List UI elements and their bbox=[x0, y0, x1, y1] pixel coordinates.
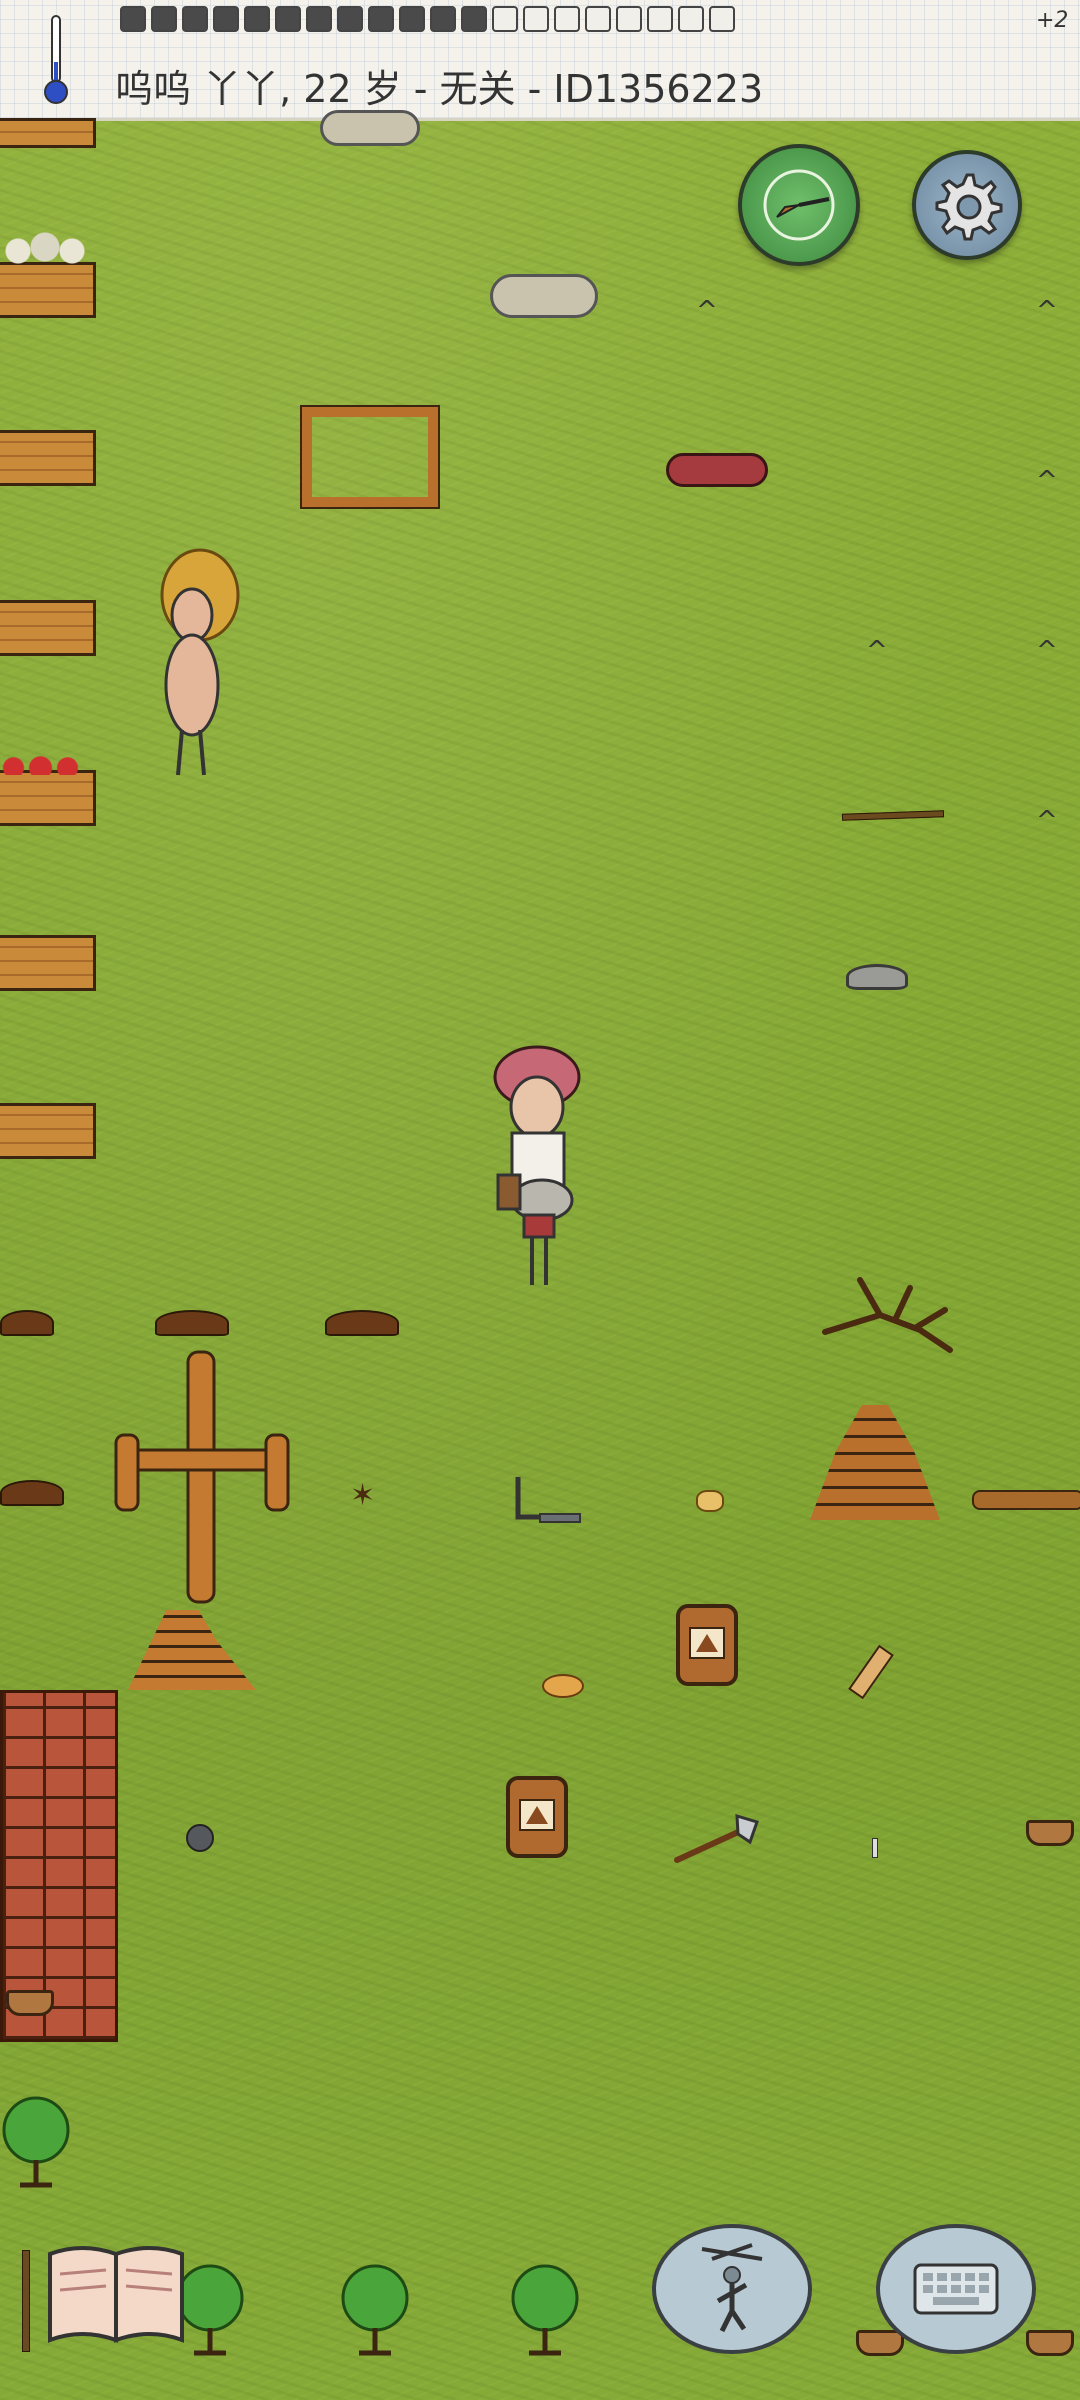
hunger-pip-full bbox=[244, 6, 270, 32]
rolled-canvas[interactable] bbox=[320, 110, 420, 146]
kindling-pile[interactable] bbox=[128, 1610, 256, 1690]
small-bone[interactable]: ^ bbox=[1036, 296, 1058, 326]
rolled-rug[interactable] bbox=[666, 453, 768, 487]
thermometer-icon bbox=[44, 15, 68, 104]
wooden-frame[interactable] bbox=[300, 405, 440, 509]
hunger-pip-full bbox=[275, 6, 301, 32]
long-log[interactable] bbox=[972, 1490, 1080, 1510]
wooden-crate-with-berries[interactable] bbox=[0, 751, 96, 826]
player-info: 呜呜 丫丫, 22 岁 - 无关 - ID1356223 bbox=[115, 67, 764, 111]
basket[interactable] bbox=[1026, 2330, 1074, 2356]
small-bone[interactable]: ^ bbox=[1036, 636, 1058, 666]
hunger-pip-full bbox=[182, 6, 208, 32]
hunger-pip-full bbox=[368, 6, 394, 32]
clay-crock[interactable] bbox=[504, 1772, 570, 1860]
planted-stick[interactable] bbox=[22, 2250, 30, 2352]
small-bone[interactable]: ^ bbox=[1036, 466, 1058, 496]
hunger-pip-empty bbox=[554, 6, 580, 32]
stone-pile[interactable] bbox=[846, 964, 908, 990]
hunger-bonus: +2 bbox=[1036, 8, 1069, 33]
gooseberry-bush[interactable] bbox=[0, 2090, 80, 2190]
small-bone[interactable]: ^ bbox=[1036, 806, 1058, 836]
hunger-pip-empty bbox=[647, 6, 673, 32]
tree-branch[interactable] bbox=[820, 1270, 955, 1360]
small-stone[interactable] bbox=[186, 1824, 214, 1852]
steel-axe[interactable] bbox=[672, 1808, 762, 1868]
wooden-crate[interactable] bbox=[0, 935, 96, 991]
clay-crock[interactable] bbox=[674, 1600, 740, 1688]
keyboard-icon bbox=[913, 2263, 999, 2315]
bow-saw[interactable] bbox=[510, 1472, 585, 1532]
wooden-post-structure[interactable] bbox=[110, 1350, 295, 1610]
hunger-meter bbox=[120, 6, 735, 32]
flat-bread[interactable] bbox=[542, 1674, 584, 1698]
hunger-pip-full bbox=[120, 6, 146, 32]
chisel[interactable] bbox=[848, 1644, 894, 1700]
compass-icon bbox=[763, 169, 835, 241]
hunger-pip-full bbox=[461, 6, 487, 32]
hunger-pip-empty bbox=[709, 6, 735, 32]
dirt-pile[interactable] bbox=[0, 1480, 64, 1506]
settings-button[interactable] bbox=[912, 150, 1022, 260]
basket[interactable] bbox=[1026, 1820, 1074, 1846]
hunger-pip-empty bbox=[678, 6, 704, 32]
wooden-crate-with-fleece[interactable] bbox=[0, 227, 96, 318]
emote-button[interactable] bbox=[652, 2224, 812, 2354]
long-straight-shaft[interactable] bbox=[841, 810, 945, 821]
small-needle[interactable] bbox=[872, 1838, 878, 1858]
gear-icon bbox=[935, 173, 1003, 241]
hunger-pip-full bbox=[151, 6, 177, 32]
hunger-pip-full bbox=[213, 6, 239, 32]
dirt-pile[interactable] bbox=[155, 1310, 229, 1336]
wooden-crate[interactable] bbox=[0, 430, 96, 486]
gooseberry-bush[interactable] bbox=[505, 2258, 585, 2358]
hunger-pip-empty bbox=[585, 6, 611, 32]
hunger-pip-full bbox=[337, 6, 363, 32]
basket[interactable] bbox=[856, 2330, 904, 2356]
small-bone[interactable]: ^ bbox=[696, 296, 718, 326]
wooden-crate-with-tool[interactable] bbox=[0, 600, 96, 656]
hunger-pip-full bbox=[399, 6, 425, 32]
hunger-pip-empty bbox=[523, 6, 549, 32]
hunger-pip-empty bbox=[616, 6, 642, 32]
dirt-pile[interactable] bbox=[325, 1310, 399, 1336]
small-bone[interactable]: ^ bbox=[866, 636, 888, 666]
rolled-canvas[interactable] bbox=[490, 274, 598, 318]
wooden-crate[interactable] bbox=[0, 1103, 96, 1159]
hunger-pip-full bbox=[306, 6, 332, 32]
small-twig[interactable]: ✶ bbox=[350, 1478, 375, 1513]
compass-button[interactable] bbox=[738, 144, 860, 266]
small-seed[interactable] bbox=[696, 1490, 724, 1512]
gooseberry-bush[interactable] bbox=[335, 2258, 415, 2358]
wooden-crate[interactable] bbox=[0, 118, 96, 148]
hunger-pip-empty bbox=[492, 6, 518, 32]
chat-keyboard-button[interactable] bbox=[876, 2224, 1036, 2354]
player-character[interactable] bbox=[482, 1045, 592, 1290]
basket[interactable] bbox=[6, 1990, 54, 2016]
firewood-pile[interactable] bbox=[810, 1405, 940, 1520]
status-bar: +2 呜呜 丫丫, 22 岁 - 无关 - ID1356223 bbox=[0, 0, 1080, 121]
hunger-pip-full bbox=[430, 6, 456, 32]
puppet-icon bbox=[701, 2243, 763, 2333]
book-icon bbox=[48, 2246, 184, 2343]
recipe-book-button[interactable] bbox=[42, 2240, 190, 2348]
dirt-pile[interactable] bbox=[0, 1310, 54, 1336]
npc-character[interactable] bbox=[130, 545, 250, 780]
